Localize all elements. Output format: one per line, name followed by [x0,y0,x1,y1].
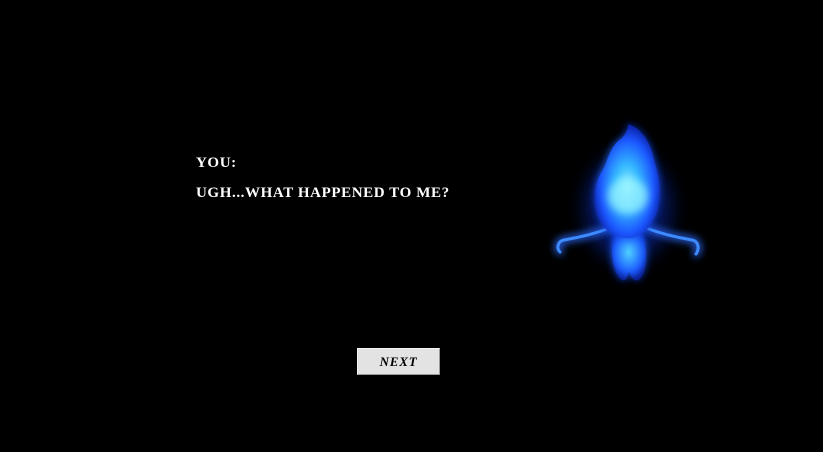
next-button[interactable]: Next [357,348,440,375]
game-scene: You: Ugh...what happened to me? [0,0,823,452]
dialogue-line: Ugh...what happened to me? [196,185,450,201]
dialogue-box: You: Ugh...what happened to me? [196,154,450,202]
speaker-name: You: [196,155,237,171]
blue-flame-spirit-icon [548,116,712,292]
